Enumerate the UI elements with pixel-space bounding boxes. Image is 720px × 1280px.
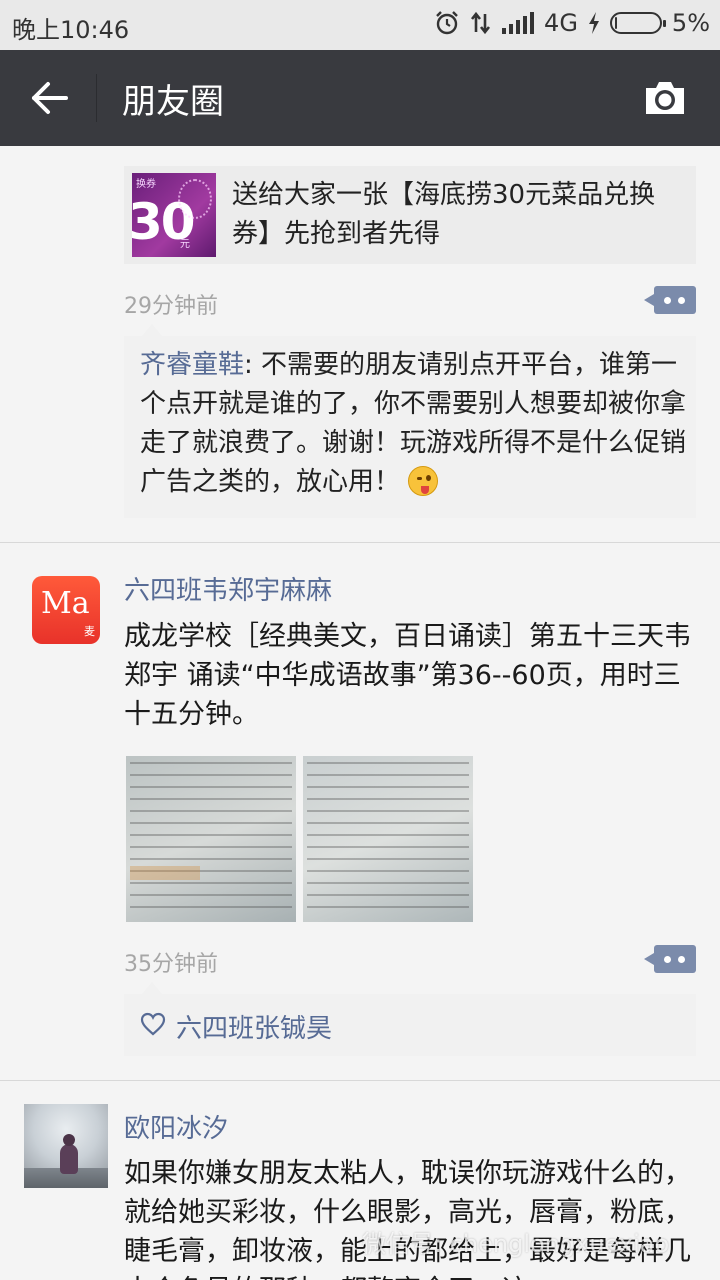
avatar[interactable]: Ma 麦 — [32, 576, 100, 644]
post-body: 成龙学校［经典美文，百日诵读］第五十三天韦郑宇 诵读“中华成语故事”第36--6… — [124, 621, 691, 730]
post-divider — [0, 542, 720, 543]
title-divider — [96, 74, 97, 122]
avatar-figure — [60, 1134, 78, 1174]
post-photo[interactable] — [126, 756, 296, 922]
heart-outline-icon — [140, 1012, 166, 1036]
status-time: 晚上10:46 — [12, 16, 130, 44]
battery-icon — [609, 12, 666, 34]
shared-link-title: 送给大家一张【海底捞30元菜品兑换券】先抢到者先得 — [232, 180, 656, 249]
coupon-thumbnail: 换券 30 元 — [132, 173, 216, 257]
alarm-clock-icon — [436, 11, 458, 35]
title-bar: 朋友圈 — [0, 50, 720, 146]
comment-separator: : — [244, 350, 262, 380]
page-title: 朋友圈 — [122, 82, 224, 122]
thumbnail-caption: 换券 — [136, 179, 156, 190]
thumbnail-decoration — [178, 179, 212, 219]
post-timestamp: 35分钟前 — [124, 952, 218, 977]
status-bar: 晚上10:46 4G 5% — [0, 0, 720, 50]
commenter-name[interactable]: 齐睿童鞋 — [140, 350, 244, 380]
signal-strength-icon — [502, 12, 535, 34]
shared-link-card[interactable]: 换券 30 元 送给大家一张【海底捞30元菜品兑换券】先抢到者先得 — [124, 166, 696, 264]
photo-text-lines — [307, 762, 469, 916]
comment-item[interactable]: 齐睿童鞋: 不需要的朋友请别点开平台，谁第一个点开就是谁的了，你不需要别人想要却… — [140, 346, 688, 502]
avatar-logo-text: Ma — [41, 586, 90, 621]
wink-tongue-emoji-icon — [408, 466, 439, 496]
poster-name[interactable]: 欧阳冰汐 — [124, 1108, 228, 1145]
poster-name[interactable]: 六四班韦郑宇麻麻 — [124, 570, 332, 607]
charging-bolt-icon — [588, 12, 599, 34]
battery-level — [614, 17, 617, 29]
moments-feed[interactable]: 换券 30 元 送给大家一张【海底捞30元菜品兑换券】先抢到者先得 29分钟前 … — [0, 146, 720, 1280]
wechat-watermark: 微信号: chenglongxuexiao — [362, 1230, 670, 1258]
comment-action-button[interactable] — [644, 286, 696, 314]
post-timestamp: 29分钟前 — [124, 294, 218, 319]
post-photo[interactable] — [303, 756, 473, 922]
camera-icon[interactable] — [642, 78, 688, 118]
comment-action-button[interactable] — [644, 945, 696, 973]
battery-percent: 5% — [671, 9, 710, 37]
post-divider — [0, 1080, 720, 1081]
avatar[interactable] — [24, 1104, 108, 1188]
network-type: 4G — [544, 9, 578, 37]
status-icons: 4G 5% — [434, 9, 710, 37]
like-section: 六四班张铖昊 — [124, 982, 696, 1056]
post-body: 如果你嫌女朋友太粘人，耽误你玩游戏什么的，就给她买彩妆，什么眼影，高光，唇膏，粉… — [124, 1158, 691, 1280]
photo-text-lines — [130, 762, 292, 916]
avatar-logo-sub: 麦 — [84, 625, 95, 638]
thumbnail-unit: 元 — [180, 239, 190, 250]
comment-section: 齐睿童鞋: 不需要的朋友请别点开平台，谁第一个点开就是谁的了，你不需要别人想要却… — [124, 324, 696, 518]
data-transfer-icon — [471, 11, 491, 35]
photo-highlight — [130, 866, 200, 880]
liker-name[interactable]: 六四班张铖昊 — [176, 1008, 332, 1045]
back-arrow-icon[interactable] — [28, 76, 72, 120]
